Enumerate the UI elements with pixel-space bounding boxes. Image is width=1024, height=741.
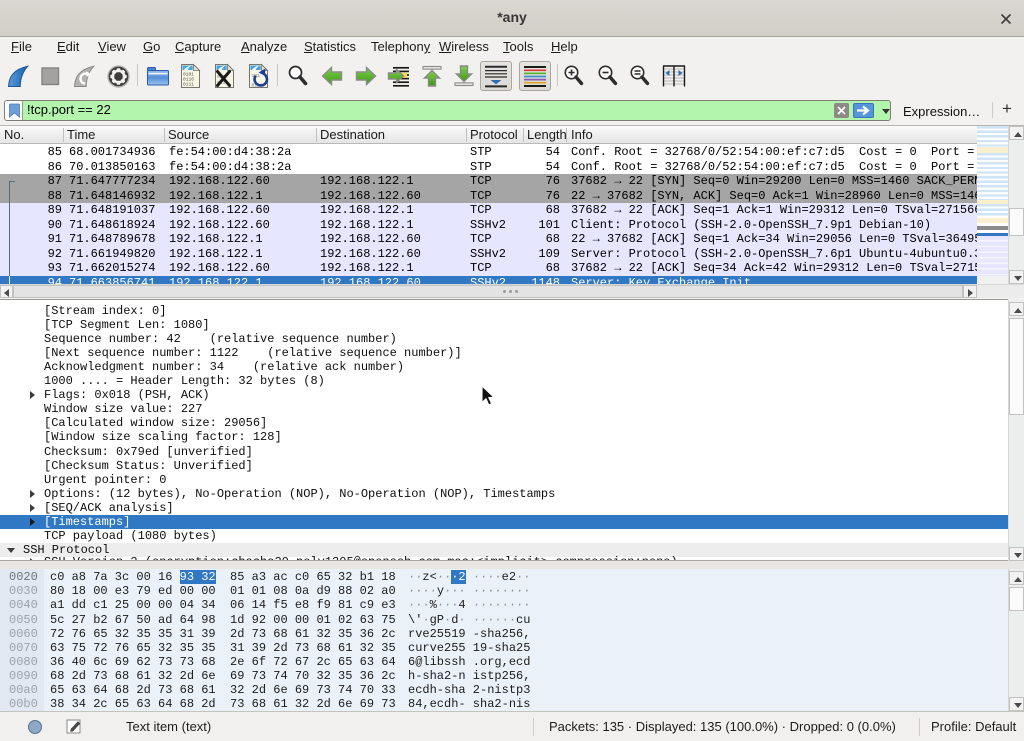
svg-text:0111: 0111 [183, 82, 194, 88]
